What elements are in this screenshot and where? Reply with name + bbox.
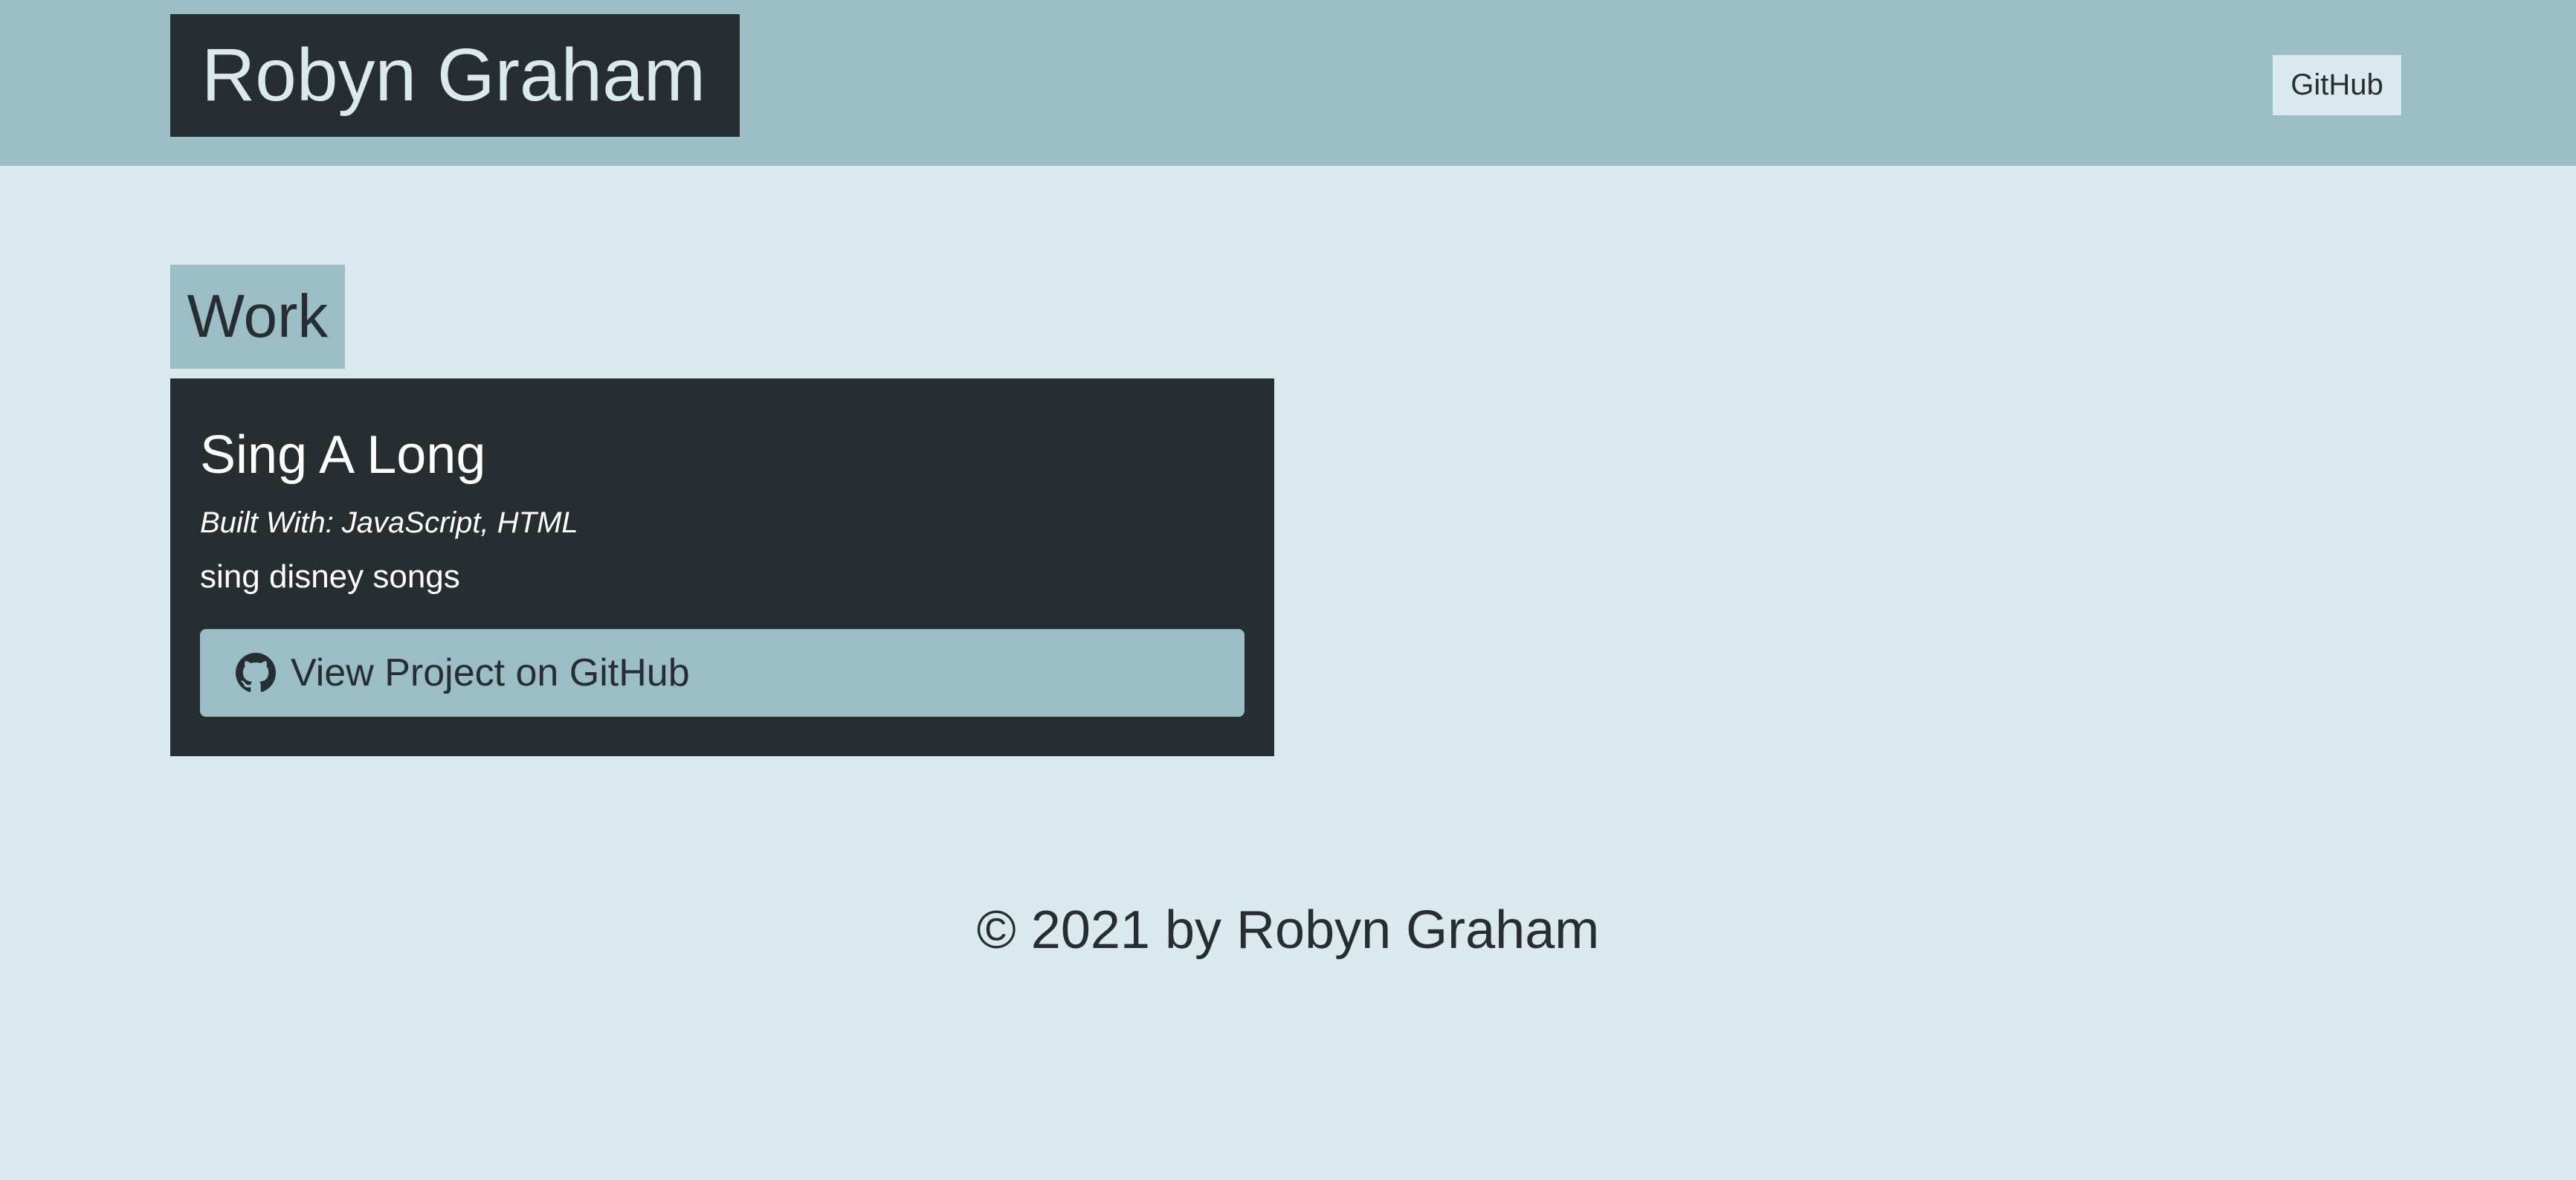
site-header: Robyn Graham GitHub — [0, 0, 2576, 166]
github-icon — [236, 653, 276, 693]
project-description: sing disney songs — [200, 558, 460, 595]
site-brand[interactable]: Robyn Graham — [170, 14, 740, 137]
view-project-button-label: View Project on GitHub — [291, 651, 690, 694]
project-built-with: Built With: JavaScript, HTML — [200, 506, 578, 539]
work-section-title: Work — [170, 265, 345, 369]
project-title: Sing A Long — [200, 425, 486, 485]
view-project-button[interactable]: View Project on GitHub — [200, 629, 1245, 717]
project-card: Sing A Long Built With: JavaScript, HTML… — [170, 378, 1274, 756]
footer-copyright: © 2021 by Robyn Graham — [976, 900, 1600, 960]
nav-github-link[interactable]: GitHub — [2273, 55, 2401, 115]
